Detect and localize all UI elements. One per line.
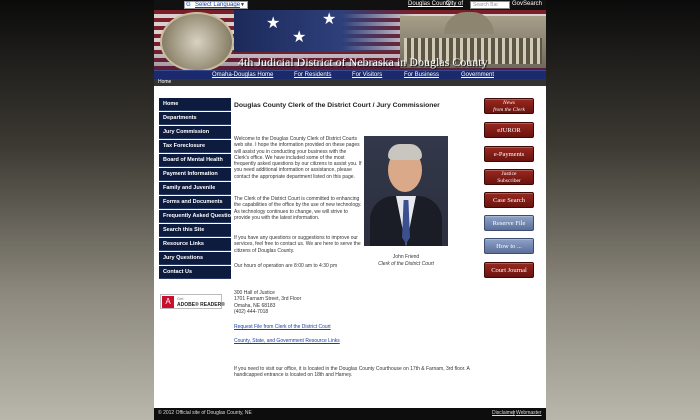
address-phone: (402) 444-7018 [234,309,269,316]
sidebar-item-resource-links[interactable]: Resource Links [159,238,231,251]
court-journal-button[interactable]: Court Journal [484,262,534,278]
google-icon: G [186,2,191,8]
sidebar-item-board-of-mental-health[interactable]: Board of Mental Health [159,154,231,167]
intro-paragraph: Welcome to the Douglas County Clerk of D… [234,136,362,180]
photo-caption-name: John Friend [392,254,420,260]
sidebar-item-search[interactable]: Search this Site [159,224,231,237]
sidebar-item-departments[interactable]: Departments [159,112,231,125]
gov-search-button[interactable]: GovSearch [512,1,542,7]
office-address: 300 Hall of Justice 1701 Farnam Street, … [234,290,301,316]
photo-hair [388,144,422,160]
how-to-button[interactable]: How to ... [484,238,534,254]
county-seal [160,12,234,70]
questions-paragraph: If you have any questions or suggestions… [234,235,361,254]
site-title: 4th Judicial District of Nebraska in Dou… [238,55,488,69]
sidebar-item-jury-questions[interactable]: Jury Questions [159,252,231,265]
footer-separator: | [513,410,515,416]
adobe-get-label: Get [177,296,184,301]
sidebar-item-tax-foreclosure[interactable]: Tax Foreclosure [159,140,231,153]
star-icon: ★ [266,15,281,32]
nav-omaha-douglas-home[interactable]: Omaha-Douglas Home [212,71,273,79]
top-link-douglas-county[interactable]: Douglas County [408,1,451,7]
nav-for-residents[interactable]: For Residents [294,71,331,79]
star-icon: ★ [322,11,337,28]
sidebar-item-home[interactable]: Home [159,98,231,111]
ejuror-button[interactable]: eJUROR [484,122,534,138]
sidebar-item-family-and-juvenile[interactable]: Family and Juvenile [159,182,231,195]
case-search-button[interactable]: Case Search [484,192,534,208]
adobe-reader-label: ADOBE® READER® [177,302,225,308]
sidebar-item-payment-information[interactable]: Payment Information [159,168,231,181]
main-nav: Omaha-Douglas Home For Residents For Vis… [154,70,546,79]
reserve-file-button[interactable]: Reserve File [484,215,534,231]
photo-caption-title: Clerk of the District Court [378,261,434,267]
sidebar-item-jury-commission[interactable]: Jury Commission [159,126,231,139]
language-label: Select Language [195,2,241,8]
office-hours: Our hours of operation are 8:00 am to 4:… [234,263,338,269]
page-title: Douglas County Clerk of the District Cou… [234,102,440,109]
webmaster-link[interactable]: Webmaster [516,410,541,416]
e-payments-button[interactable]: e-Payments [484,146,534,162]
search-input[interactable]: Search Bar [470,1,510,9]
button-sublabel: from the Clerk [493,106,525,113]
top-link-city[interactable]: City of [446,1,463,7]
disclaimer-link[interactable]: Disclaimer [492,410,515,416]
sidebar-item-contact-us[interactable]: Contact Us [159,266,231,279]
adobe-icon: A [162,296,174,308]
footer: © 2012 Official site of Douglas County, … [154,408,546,420]
nav-for-visitors[interactable]: For Visitors [352,71,382,79]
page-container: G Select Language ▼ Douglas County City … [154,0,546,420]
nav-government[interactable]: Government [461,71,494,79]
news-from-clerk-button[interactable]: News from the Clerk [484,98,534,114]
resource-links-link[interactable]: County, State, and Government Resource L… [234,338,340,344]
request-file-link[interactable]: Request File from Clerk of the District … [234,324,331,330]
top-bar: G Select Language ▼ Douglas County City … [154,0,546,10]
visit-info: If you need to visit our office, it is l… [234,366,470,379]
sidebar-item-forms-and-documents[interactable]: Forms and Documents [159,196,231,209]
sidebar-item-faq[interactable]: Frequently Asked Questions [159,210,231,223]
adobe-reader-badge[interactable]: A Get ADOBE® READER® [160,294,225,309]
button-sublabel: Subscriber [497,177,521,184]
language-selector[interactable]: G Select Language ▼ [184,1,248,9]
chevron-down-icon: ▼ [240,2,245,8]
justice-subscriber-button[interactable]: Justice Subscriber [484,169,534,185]
star-icon: ★ [292,29,307,46]
commitment-paragraph: The Clerk of the District Court is commi… [234,196,362,221]
header-banner: ★ ★ ★ 4th Judicial District of Nebraska … [154,10,546,70]
sidebar-nav: Home Departments Jury Commission Tax For… [159,98,231,280]
clerk-photo [364,136,448,246]
address-line: 1701 Farnam Street, 3rd Floor [234,296,302,303]
copyright-text: © 2012 Official site of Douglas County, … [158,410,252,416]
breadcrumb[interactable]: Home [154,79,546,86]
nav-for-business[interactable]: For Business [404,71,439,79]
courthouse-dome [444,12,494,34]
